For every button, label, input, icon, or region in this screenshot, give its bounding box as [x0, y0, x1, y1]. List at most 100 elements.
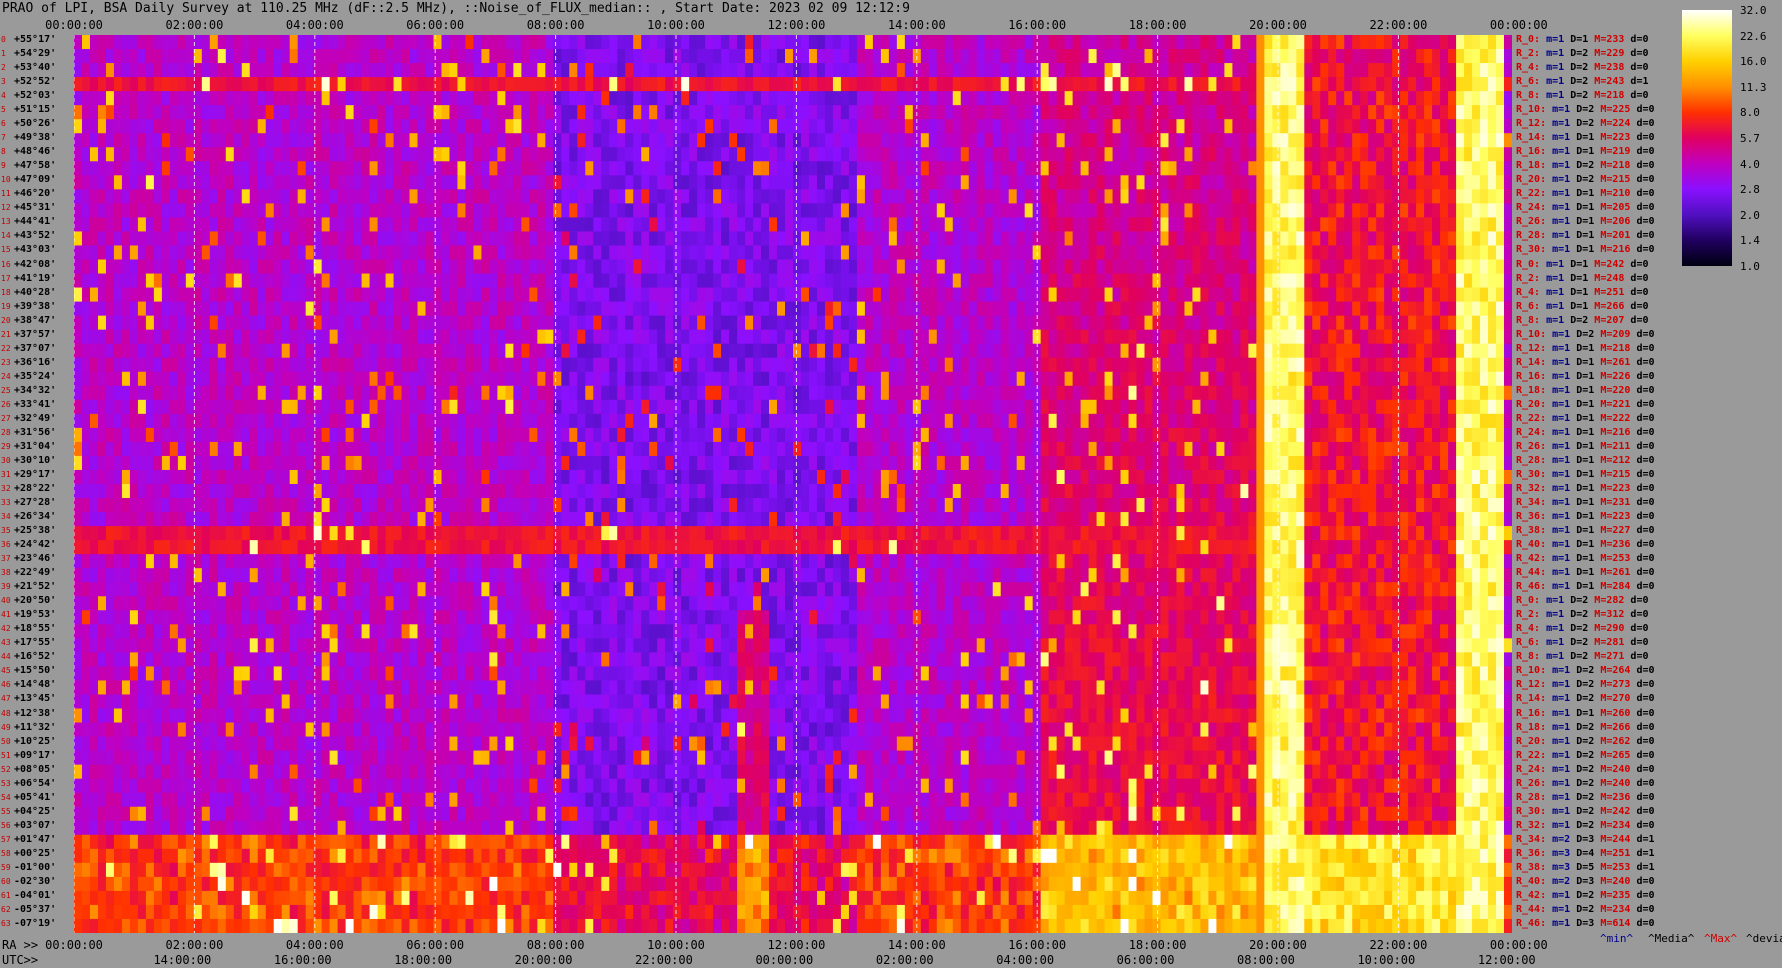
heatmap-cell	[848, 105, 858, 120]
heatmap-cell	[609, 273, 618, 289]
heatmap-cell	[241, 63, 251, 78]
heatmap-cell	[1016, 203, 1026, 219]
heatmap-cell	[1432, 399, 1441, 415]
heatmap-cell	[145, 301, 155, 317]
heatmap-cell	[257, 259, 267, 275]
heatmap-cell	[129, 399, 139, 415]
heatmap-cell	[872, 315, 882, 331]
heatmap-cell	[273, 315, 283, 331]
heatmap-cell	[1184, 35, 1194, 50]
heatmap-cell	[1064, 287, 1074, 303]
heatmap-cell	[489, 273, 499, 289]
heatmap-cell	[225, 245, 235, 261]
heatmap-cell	[1064, 371, 1074, 387]
heatmap-cell	[641, 49, 650, 64]
heatmap-cell	[1104, 315, 1114, 331]
heatmap-cell	[1128, 231, 1138, 247]
heatmap-cell	[1496, 259, 1505, 275]
heatmap-cell	[872, 35, 882, 50]
heatmap-cell	[1160, 399, 1170, 415]
heatmap-cell	[840, 203, 850, 219]
heatmap-cell	[225, 189, 235, 204]
heatmap-cell	[497, 413, 506, 429]
heatmap-cell	[936, 119, 946, 134]
heatmap-cell	[129, 385, 139, 401]
heatmap-cell	[721, 273, 730, 289]
heatmap-cell	[1072, 217, 1082, 233]
heatmap-cell	[1304, 203, 1313, 219]
heatmap-cell	[944, 175, 954, 190]
heatmap-cell	[353, 119, 363, 134]
heatmap-cell	[1016, 287, 1026, 303]
heatmap-cell	[521, 315, 530, 331]
heatmap-cell	[1504, 273, 1512, 289]
heatmap-cell	[1384, 315, 1393, 331]
heatmap-cell	[968, 161, 978, 176]
heatmap-cell	[145, 203, 155, 219]
heatmap-cell	[1328, 385, 1337, 401]
heatmap-cell	[1312, 399, 1321, 415]
heatmap-cell	[257, 245, 267, 261]
heatmap-cell	[537, 161, 546, 176]
heatmap-cell	[225, 35, 235, 50]
heatmap-cell	[81, 119, 91, 134]
heatmap-cell	[984, 231, 994, 247]
heatmap-cell	[800, 357, 810, 373]
heatmap-cell	[1336, 245, 1345, 261]
heatmap-cell	[1216, 385, 1225, 401]
heatmap-cell	[1104, 231, 1114, 247]
heatmap-cell	[353, 217, 363, 233]
heatmap-cell	[952, 133, 962, 148]
heatmap-cell	[425, 231, 435, 247]
heatmap-cell	[1328, 329, 1337, 345]
heatmap-cell	[105, 287, 115, 303]
heatmap-cell	[105, 49, 115, 64]
heatmap-cell	[753, 189, 762, 204]
heatmap-cell	[976, 147, 986, 162]
heatmap-cell	[497, 189, 506, 204]
heatmap-cell	[960, 273, 970, 289]
heatmap-cell	[1312, 315, 1321, 331]
heatmap-cell	[369, 161, 379, 176]
heatmap-cell	[577, 35, 586, 50]
heatmap-cell	[840, 119, 850, 134]
heatmap-cell	[1048, 371, 1058, 387]
heatmap-cell	[233, 217, 243, 233]
heatmap-cell	[74, 301, 83, 317]
heatmap-cell	[129, 217, 139, 233]
heatmap-cell	[1352, 175, 1361, 190]
heatmap-cell	[281, 119, 291, 134]
heatmap-cell	[129, 413, 139, 429]
heatmap-cell	[1480, 189, 1489, 204]
heatmap-cell	[209, 343, 219, 359]
heatmap-cell	[529, 287, 538, 303]
heatmap-cell	[249, 77, 259, 92]
heatmap-cell	[305, 343, 315, 359]
heatmap-cell	[968, 413, 978, 429]
heatmap-cell	[353, 161, 363, 176]
heatmap-cell	[936, 231, 946, 247]
heatmap-cell	[297, 35, 307, 50]
heatmap-cell	[968, 329, 978, 345]
heatmap-cell	[377, 245, 387, 261]
heatmap-cell	[1376, 203, 1385, 219]
heatmap-cell	[960, 175, 970, 190]
heatmap-cell	[153, 413, 163, 429]
heatmap-cell	[1352, 77, 1361, 92]
heatmap-cell	[1472, 329, 1481, 345]
heatmap-cell	[513, 413, 522, 429]
heatmap-cell	[992, 399, 1002, 415]
heatmap-cell	[449, 105, 459, 120]
heatmap-cell	[1400, 385, 1409, 401]
heatmap-cell	[665, 175, 674, 190]
heatmap-cell	[577, 175, 586, 190]
heatmap-cell	[137, 231, 147, 247]
heatmap-cell	[417, 105, 427, 120]
heatmap-cell	[729, 343, 738, 359]
heatmap-cell	[1416, 217, 1425, 233]
heatmap-cell	[976, 217, 986, 233]
heatmap-cell	[1328, 231, 1337, 247]
heatmap-cell	[1480, 287, 1489, 303]
heatmap-cell	[976, 231, 986, 247]
heatmap-cell	[1304, 147, 1313, 162]
